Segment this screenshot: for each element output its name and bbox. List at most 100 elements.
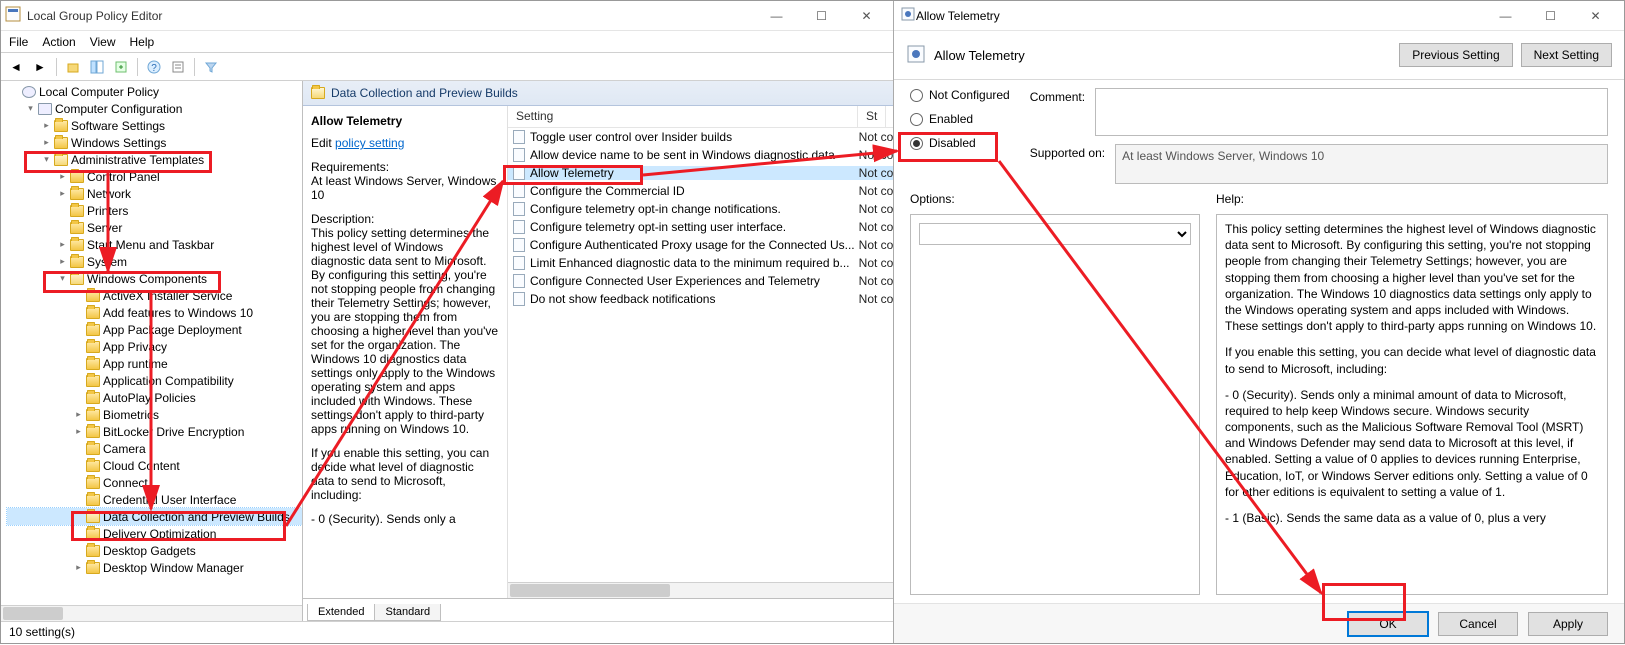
setting-row[interactable]: Allow device name to be sent in Windows … <box>508 146 893 164</box>
chevron-icon[interactable]: ▾ <box>26 103 35 114</box>
options-panel <box>910 214 1200 595</box>
col-setting[interactable]: Setting <box>508 106 858 127</box>
filter-button[interactable] <box>200 56 222 78</box>
setting-row[interactable]: Toggle user control over Insider buildsN… <box>508 128 893 146</box>
dialog-minimize-button[interactable]: — <box>1483 1 1528 30</box>
ok-button[interactable]: OK <box>1348 612 1428 636</box>
tree-item-dataCollection[interactable]: Data Collection and Preview Builds <box>7 508 302 525</box>
edit-policy-link[interactable]: policy setting <box>335 136 404 150</box>
chevron-icon[interactable]: ▸ <box>58 188 67 199</box>
tree-item-camera[interactable]: Camera <box>7 440 302 457</box>
tree-item-root[interactable]: Local Computer Policy <box>7 83 302 100</box>
chevron-icon[interactable]: ▸ <box>74 409 83 420</box>
menu-view[interactable]: View <box>90 35 116 49</box>
chevron-icon[interactable]: ▸ <box>74 426 83 437</box>
tree-item-deliveryOpt[interactable]: Delivery Optimization <box>7 525 302 542</box>
setting-row[interactable]: Allow TelemetryNot co <box>508 164 893 182</box>
tab-extended[interactable]: Extended <box>307 604 375 621</box>
tree-item-appCompat[interactable]: Application Compatibility <box>7 372 302 389</box>
setting-row[interactable]: Configure telemetry opt-in setting user … <box>508 218 893 236</box>
setting-row[interactable]: Configure Authenticated Proxy usage for … <box>508 236 893 254</box>
col-state[interactable]: St <box>858 106 886 127</box>
setting-row[interactable]: Do not show feedback notificationsNot co <box>508 290 893 308</box>
tree-pane[interactable]: Local Computer Policy▾Computer Configura… <box>1 81 303 621</box>
folder-icon <box>86 290 100 302</box>
tree-item-connect[interactable]: Connect <box>7 474 302 491</box>
tree-item-softwareSettings[interactable]: ▸Software Settings <box>7 117 302 134</box>
tree-item-controlPanel[interactable]: ▸Control Panel <box>7 168 302 185</box>
menu-help[interactable]: Help <box>130 35 155 49</box>
back-button[interactable]: ◄ <box>5 56 27 78</box>
tree-item-desktopGadgets[interactable]: Desktop Gadgets <box>7 542 302 559</box>
setting-row[interactable]: Configure Connected User Experiences and… <box>508 272 893 290</box>
tree-item-appPrivacy[interactable]: App Privacy <box>7 338 302 355</box>
tree-item-compConfig[interactable]: ▾Computer Configuration <box>7 100 302 117</box>
help-button[interactable]: ? <box>143 56 165 78</box>
chevron-icon[interactable]: ▾ <box>42 154 51 165</box>
tree-item-credUI[interactable]: Credential User Interface <box>7 491 302 508</box>
tree-item-bitlocker[interactable]: ▸BitLocker Drive Encryption <box>7 423 302 440</box>
cancel-button[interactable]: Cancel <box>1438 612 1518 636</box>
gpedit-icon <box>5 6 21 25</box>
chevron-icon[interactable]: ▸ <box>58 171 67 182</box>
dialog-close-button[interactable]: ✕ <box>1573 1 1618 30</box>
setting-state: Not co <box>855 130 893 144</box>
tree-item-server[interactable]: Server <box>7 219 302 236</box>
tree-item-autoplay[interactable]: AutoPlay Policies <box>7 389 302 406</box>
dialog-maximize-button[interactable]: ☐ <box>1528 1 1573 30</box>
tab-standard[interactable]: Standard <box>374 604 441 621</box>
setting-row[interactable]: Limit Enhanced diagnostic data to the mi… <box>508 254 893 272</box>
export-button[interactable] <box>110 56 132 78</box>
previous-setting-button[interactable]: Previous Setting <box>1399 43 1512 67</box>
comment-textarea[interactable] <box>1095 88 1608 136</box>
chevron-icon[interactable]: ▸ <box>42 120 51 131</box>
gpedit-title: Local Group Policy Editor <box>27 9 754 23</box>
apply-button[interactable]: Apply <box>1528 612 1608 636</box>
setting-icon <box>512 220 526 234</box>
tree-item-desktopWM[interactable]: ▸Desktop Window Manager <box>7 559 302 576</box>
gpedit-titlebar[interactable]: Local Group Policy Editor — ☐ ✕ <box>1 1 893 31</box>
tree-item-network[interactable]: ▸Network <box>7 185 302 202</box>
tree-item-adminTemplates[interactable]: ▾Administrative Templates <box>7 151 302 168</box>
setting-row[interactable]: Configure the Commercial IDNot co <box>508 182 893 200</box>
close-button[interactable]: ✕ <box>844 1 889 30</box>
tree-item-printers[interactable]: Printers <box>7 202 302 219</box>
menu-action[interactable]: Action <box>42 35 75 49</box>
tree-item-activeX[interactable]: ActiveX Installer Service <box>7 287 302 304</box>
chevron-icon[interactable]: ▸ <box>74 562 83 573</box>
radio-disabled[interactable]: Disabled <box>910 136 1010 150</box>
tree-item-biometrics[interactable]: ▸Biometrics <box>7 406 302 423</box>
folder-icon <box>86 528 100 540</box>
maximize-button[interactable]: ☐ <box>799 1 844 30</box>
chevron-icon[interactable]: ▸ <box>58 239 67 250</box>
next-setting-button[interactable]: Next Setting <box>1521 43 1612 67</box>
dialog-header: Allow Telemetry Previous Setting Next Se… <box>894 31 1624 79</box>
dialog-titlebar[interactable]: Allow Telemetry — ☐ ✕ <box>894 1 1624 31</box>
tree-item-appRuntime[interactable]: App runtime <box>7 355 302 372</box>
chevron-icon[interactable]: ▾ <box>58 273 67 284</box>
tree-item-windowsSettings[interactable]: ▸Windows Settings <box>7 134 302 151</box>
forward-button[interactable]: ► <box>29 56 51 78</box>
options-combobox[interactable] <box>919 223 1191 245</box>
tree-item-system[interactable]: ▸System <box>7 253 302 270</box>
chevron-icon[interactable]: ▸ <box>58 256 67 267</box>
chevron-icon[interactable]: ▸ <box>42 137 51 148</box>
show-hide-tree-button[interactable] <box>86 56 108 78</box>
minimize-button[interactable]: — <box>754 1 799 30</box>
tree-item-appPackage[interactable]: App Package Deployment <box>7 321 302 338</box>
tree-item-cloudContent[interactable]: Cloud Content <box>7 457 302 474</box>
setting-row[interactable]: Configure telemetry opt-in change notifi… <box>508 200 893 218</box>
up-button[interactable] <box>62 56 84 78</box>
menu-file[interactable]: File <box>9 35 28 49</box>
radio-enabled[interactable]: Enabled <box>910 112 1010 126</box>
radio-not-configured[interactable]: Not Configured <box>910 88 1010 102</box>
help-panel[interactable]: This policy setting determines the highe… <box>1216 214 1608 595</box>
properties-button[interactable] <box>167 56 189 78</box>
tree-item-winComponents[interactable]: ▾Windows Components <box>7 270 302 287</box>
list-header[interactable]: Setting St <box>508 106 893 128</box>
tree-item-addFeatures[interactable]: Add features to Windows 10 <box>7 304 302 321</box>
list-scrollbar[interactable] <box>508 582 893 598</box>
tree-scrollbar[interactable] <box>1 605 302 621</box>
folderOpen-icon <box>70 273 84 285</box>
tree-item-startMenu[interactable]: ▸Start Menu and Taskbar <box>7 236 302 253</box>
